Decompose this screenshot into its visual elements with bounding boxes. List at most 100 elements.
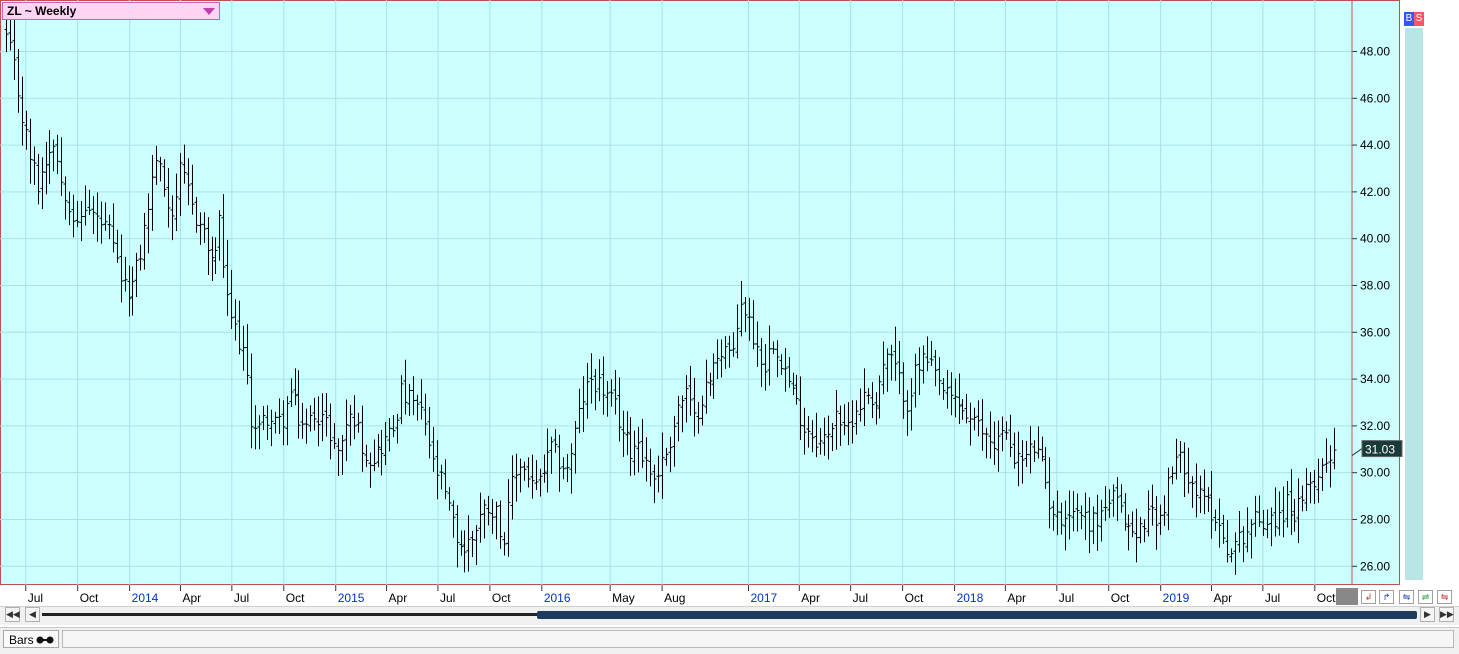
ohlc-bar — [498, 500, 503, 549]
ohlc-bar — [324, 392, 329, 437]
x-month-label: Oct — [905, 591, 924, 605]
y-tick-label: 26.00 — [1360, 559, 1390, 573]
x-year-label: 2016 — [544, 591, 571, 605]
ohlc-bar — [99, 201, 104, 244]
ohlc-bar — [826, 415, 831, 460]
zoom-out-icon[interactable]: ↲ — [1361, 590, 1376, 604]
ohlc-bar — [490, 499, 495, 534]
ohlc-bar — [696, 401, 701, 434]
ohlc-bar — [1277, 491, 1282, 536]
ohlc-bar — [423, 393, 428, 436]
y-tick-label: 38.00 — [1360, 278, 1390, 292]
ohlc-bar — [213, 237, 218, 274]
ohlc-bar — [842, 404, 847, 436]
ohlc-bar — [577, 388, 582, 434]
zoom-in-icon[interactable]: ↱ — [1379, 590, 1394, 604]
scroll-end-icon[interactable]: ▶▶ — [1439, 607, 1454, 622]
ohlc-bar — [735, 304, 740, 359]
x-month-label: Jul — [234, 591, 249, 605]
ohlc-bar — [818, 428, 823, 455]
ohlc-bar — [775, 340, 780, 378]
ohlc-bar — [530, 454, 535, 499]
ohlc-bar — [1324, 438, 1329, 473]
ohlc-bar — [51, 139, 56, 172]
triangle-down-icon[interactable] — [203, 8, 215, 15]
y-tick-label: 32.00 — [1360, 419, 1390, 433]
buy-button[interactable]: B — [1404, 12, 1414, 26]
scroll-thumb[interactable] — [537, 611, 1417, 619]
ohlc-bar — [960, 399, 965, 420]
ohlc-bar — [652, 464, 657, 504]
ohlc-bar — [933, 350, 938, 387]
x-month-label: Oct — [80, 591, 99, 605]
ohlc-bar — [289, 378, 294, 408]
ohlc-bar — [996, 420, 1001, 472]
ohlc-bar — [731, 332, 736, 357]
ohlc-bar — [1091, 506, 1096, 545]
ohlc-bar — [1146, 490, 1151, 537]
ohlc-bar — [225, 239, 230, 316]
ohlc-bar — [376, 433, 381, 468]
scroll-start-icon[interactable]: ◀◀ — [5, 607, 20, 622]
ohlc-bar — [585, 363, 590, 419]
ohlc-bar — [427, 406, 432, 459]
ohlc-bar — [1296, 478, 1301, 544]
ohlc-bar — [1099, 499, 1104, 542]
ohlc-bar — [237, 300, 242, 355]
ohlc-bar — [368, 452, 373, 488]
ohlc-bar — [439, 464, 444, 490]
expand-icon[interactable]: ⇌ — [1418, 590, 1433, 604]
ohlc-bar — [802, 407, 807, 455]
ohlc-bar — [415, 394, 420, 421]
ohlc-bar — [75, 201, 80, 228]
x-month-label: Apr — [182, 591, 201, 605]
scroll-left-icon[interactable]: ◀ — [25, 607, 40, 622]
sell-button[interactable]: S — [1414, 12, 1424, 26]
ohlc-bar — [925, 336, 930, 372]
last-price-connector — [1351, 448, 1363, 456]
symbol-label: ZL ~ Weekly — [7, 4, 77, 18]
ohlc-bar — [751, 300, 756, 350]
ohlc-bar — [668, 436, 673, 473]
x-year-label: 2019 — [1163, 591, 1190, 605]
close-icon[interactable]: ⇋ — [1437, 590, 1452, 604]
ohlc-bar — [249, 353, 254, 449]
ohlc-bar — [1273, 487, 1278, 537]
ohlc-bar — [739, 281, 744, 337]
ohlc-bar — [360, 405, 365, 472]
ohlc-bar — [581, 376, 586, 433]
ohlc-bar — [988, 411, 993, 459]
compress-icon[interactable]: ⇋ — [1399, 590, 1414, 604]
ohlc-bar — [771, 341, 776, 355]
symbol-timeframe-dropdown[interactable]: ZL ~ Weekly — [2, 2, 220, 20]
ohlc-bar — [269, 409, 274, 447]
ohlc-bar — [474, 525, 479, 565]
ohlc-bar — [253, 405, 258, 450]
ohlc-bar — [704, 359, 709, 414]
ohlc-bar — [44, 141, 49, 195]
ohlc-bar — [296, 370, 301, 439]
price-scale-track[interactable] — [1405, 28, 1423, 580]
ohlc-bar — [1308, 472, 1313, 504]
chart-window: 26.00 28.00 30.00 32.00 34.00 36.00 38.00 40.00… — [0, 0, 1459, 654]
scroll-right-icon[interactable]: ▶ — [1420, 607, 1435, 622]
ohlc-bar — [233, 299, 238, 341]
price-chart[interactable]: 26.00 28.00 30.00 32.00 34.00 36.00 38.00 40.00… — [0, 0, 1459, 610]
ohlc-bar — [1051, 500, 1056, 531]
ohlc-bar — [1000, 416, 1005, 452]
ohlc-bar — [763, 344, 768, 391]
ohlc-bar — [1055, 490, 1060, 536]
binoculars-icon — [36, 636, 54, 644]
ohlc-bar — [1111, 484, 1116, 517]
ohlc-bar — [261, 406, 266, 431]
ohlc-bar — [783, 347, 788, 392]
ohlc-bar — [506, 479, 511, 557]
ohlc-bar — [893, 326, 898, 381]
ohlc-bar — [1316, 458, 1321, 503]
ohlc-bar — [379, 430, 384, 476]
bars-tab[interactable]: Bars — [3, 630, 59, 648]
y-tick-label: 44.00 — [1360, 138, 1390, 152]
ohlc-bar — [723, 336, 728, 369]
ohlc-bar — [87, 189, 92, 216]
ohlc-bar — [1198, 475, 1203, 514]
